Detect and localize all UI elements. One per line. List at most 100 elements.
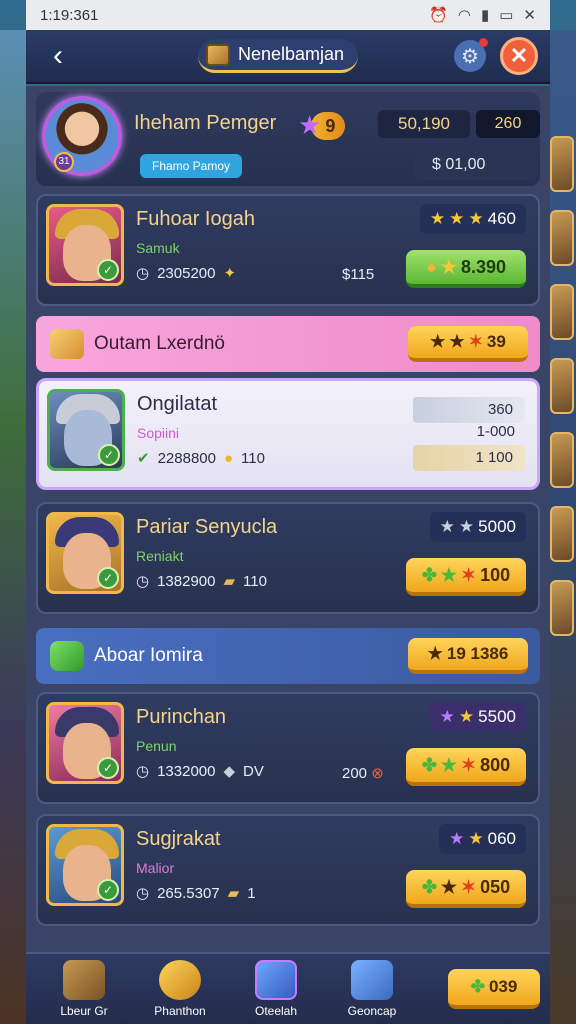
settings-button[interactable]: ⚙	[454, 38, 488, 72]
level-badge: 31	[54, 152, 74, 172]
check-icon: ✓	[97, 259, 119, 281]
promo-banner-button[interactable]: ★ ★ ✶ 39	[408, 326, 528, 362]
hero-power-value: 265.5307	[157, 884, 220, 902]
price-mid: 1-000	[476, 423, 515, 440]
hero-card[interactable]: ✓ Sugjrakat Malior ◷ 265.5307 ▰ 1 ★ ★ 06…	[36, 814, 540, 926]
gear-icon: ⚙	[461, 45, 479, 68]
hero-price-usd: $115	[342, 266, 375, 283]
check-icon: ✓	[97, 879, 119, 901]
nav-item[interactable]: Geoncap	[324, 960, 420, 1018]
nav-item-label: Lbeur Gr	[60, 1004, 108, 1018]
hero-rating: ★ ★ 060	[439, 824, 526, 854]
buy-button[interactable]: ✤ ★ ✶ 800	[406, 748, 526, 786]
player-profile: 31 Iheham Pemger Fhamo Pamoy ★ 9 50,190 …	[36, 92, 540, 186]
background-left	[0, 30, 26, 1024]
nav-action-label: 039	[488, 977, 518, 996]
hero-class: Samuk	[136, 240, 180, 256]
side-thumbnail	[550, 284, 574, 340]
check-icon: ✓	[97, 567, 119, 589]
avatar[interactable]: 31	[42, 96, 122, 176]
nav-item-label: Geoncap	[347, 1004, 397, 1018]
hero-power: ◷ 1382900 ▰ 110	[136, 572, 267, 591]
clover-icon: ✤	[421, 754, 437, 775]
hero-power: ✔ 2288800 ● 110	[137, 449, 265, 468]
promo-banner-button[interactable]: ★ 19 1386	[408, 638, 528, 674]
check-icon: ✓	[97, 757, 119, 779]
promo-banner-value: 19 1386	[446, 644, 509, 663]
top-actions: ⚙ ✕	[454, 37, 538, 75]
hero-portrait: ✓	[46, 512, 124, 594]
coin-icon: ●	[223, 449, 234, 467]
hero-extra: 110	[241, 449, 265, 467]
hero-card-selected[interactable]: ✓ Ongilatat Sopiini ✔ 2288800 ● 110 360 …	[36, 378, 540, 490]
hero-class: Malior	[136, 860, 175, 876]
player-tag[interactable]: Fhamo Pamoy	[140, 154, 243, 178]
hero-power: ◷ 265.5307 ▰ 1	[136, 884, 256, 903]
page-title-text: Nenelbamjan	[238, 44, 345, 64]
battery-icon: ▭	[499, 7, 514, 24]
hero-extra: 110	[243, 572, 267, 590]
side-thumbnail	[550, 432, 574, 488]
chevron-left-icon: ‹	[53, 39, 63, 72]
clock-icon: ◷	[136, 573, 150, 590]
buy-button[interactable]: ✤ ★ ✶ 050	[406, 870, 526, 908]
check-icon: ✓	[98, 444, 120, 466]
gold-bar-icon: ▰	[227, 885, 240, 902]
star-icon: ★	[449, 829, 465, 848]
hero-extra: 1	[247, 884, 256, 902]
back-button[interactable]: ‹	[38, 36, 78, 76]
star-icon: ★	[449, 332, 465, 351]
hero-power: ◷ 1332000 ◆ DV	[136, 762, 264, 781]
hero-name: Fuhoar Iogah	[136, 208, 255, 230]
hero-card[interactable]: ✓ Purinchan Penun ◷ 1332000 ◆ DV 200 ⊗ ★…	[36, 692, 540, 804]
star-icon: ✶	[461, 876, 477, 897]
buy-button-label: 800	[480, 754, 511, 775]
close-button[interactable]: ✕	[500, 37, 538, 75]
side-thumbnail	[550, 580, 574, 636]
clock-icon: ◷	[136, 265, 150, 282]
check-icon: ✔	[137, 450, 150, 467]
star-icon: ★	[468, 209, 484, 228]
hero-portrait: ✓	[46, 702, 124, 784]
hero-card[interactable]: ✓ Fuhoar Iogah Samuk ◷ 2305200 ✦ $115 ★ …	[36, 194, 540, 306]
star-icon: ★	[429, 209, 446, 228]
hero-power-value: 2288800	[157, 449, 216, 467]
nav-item[interactable]: Lbeur Gr	[36, 960, 132, 1018]
promo-banner[interactable]: Aboar Iomira ★ 19 1386	[36, 628, 540, 684]
star-icon: ★	[427, 644, 443, 663]
clock-icon: ◷	[136, 885, 150, 902]
nav-action-button[interactable]: ✤ 039	[448, 969, 540, 1009]
nav-item[interactable]: Oteelah	[228, 960, 324, 1018]
hero-portrait: ✓	[47, 389, 125, 471]
status-time: 1:19:361	[40, 6, 99, 24]
star-icon: ✶	[461, 754, 477, 775]
side-thumbnail	[550, 506, 574, 562]
bottom-navigation: Lbeur Gr Phanthon Oteelah Geoncap ✤ 039	[26, 952, 550, 1024]
hero-rating: ★ ★ 5500	[429, 702, 526, 732]
gift-box-icon	[50, 329, 84, 359]
page-title: Nenelbamjan	[198, 39, 359, 73]
clover-icon: ✤	[421, 564, 437, 585]
hero-card[interactable]: ✓ Pariar Senyucla Reniakt ◷ 1382900 ▰ 11…	[36, 502, 540, 614]
top-bar: ‹ Nenelbamjan ⚙ ✕	[26, 30, 550, 84]
star-icon: ★	[449, 209, 465, 228]
star-icon: ★	[440, 876, 458, 897]
hero-rating-value: 5500	[478, 707, 516, 726]
promo-banner[interactable]: Outam Lxerdnö ★ ★ ✶ 39	[36, 316, 540, 372]
star-icon: ★	[430, 332, 446, 351]
buy-button[interactable]: ● ★ 8.390	[406, 250, 526, 288]
close-icon: ⊗	[371, 765, 384, 782]
hero-power: ◷ 2305200 ✦	[136, 264, 236, 283]
star-icon: ★	[439, 517, 455, 536]
star-icon: ✶	[468, 332, 483, 351]
hero-name: Sugjrakat	[136, 828, 221, 850]
stat-gold: 50,190	[378, 110, 470, 138]
close-icon: ✕	[523, 7, 536, 24]
cube-icon	[351, 960, 393, 1000]
hero-power-value: 1332000	[157, 762, 216, 780]
side-thumbnail	[550, 136, 574, 192]
buy-button[interactable]: ✤ ★ ✶ 100	[406, 558, 526, 596]
nav-item[interactable]: Phanthon	[132, 960, 228, 1018]
hero-rating-value: 060	[487, 829, 516, 848]
promo-banner-text: Aboar Iomira	[94, 645, 203, 666]
